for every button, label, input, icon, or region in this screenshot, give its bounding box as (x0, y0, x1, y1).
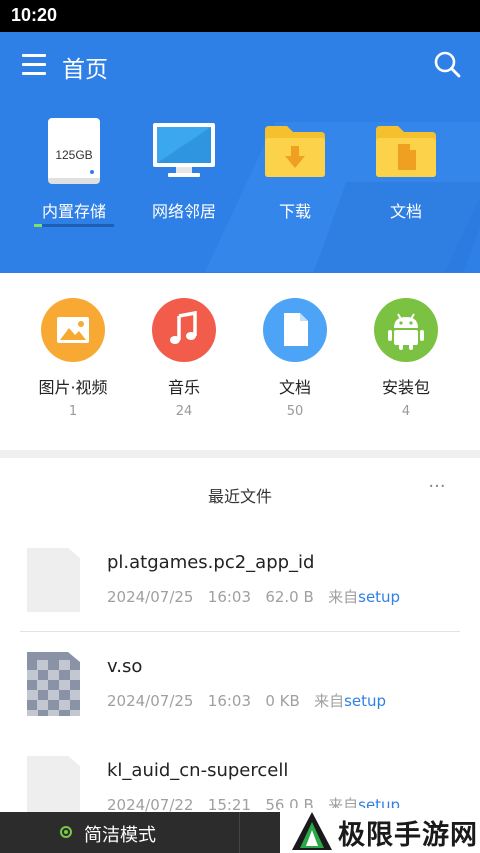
storage-usage-bar (34, 224, 114, 227)
section-divider (0, 450, 480, 458)
file-meta: 2024/07/25 16:03 0 KB 来自setup (107, 690, 386, 711)
file-size: 62.0 B (265, 588, 314, 606)
category-label: 音乐 (167, 378, 200, 397)
document-icon (263, 298, 327, 362)
file-meta: 2024/07/25 16:03 62.0 B 来自setup (107, 586, 400, 607)
simple-mode-button[interactable]: 简洁模式 (0, 812, 240, 853)
header: 首页 125GB 内置存储 网络邻居 下载 文档 (0, 32, 480, 273)
watermark-logo: 极限手游网 (280, 808, 480, 853)
watermark-text: 极限手游网 (338, 820, 478, 851)
recent-files-title: 最近文件 (207, 487, 272, 506)
category-label: 文档 (278, 378, 311, 397)
monitor-icon (153, 123, 215, 177)
storage-internal-label: 内置存储 (41, 202, 106, 221)
file-size: 0 KB (265, 692, 300, 710)
storage-usage-fill (34, 224, 42, 227)
file-time: 16:03 (207, 692, 252, 710)
recent-files-header: 最近文件 ··· (0, 458, 480, 528)
file-icon (27, 548, 80, 612)
file-name: kl_auid_cn-supercell (107, 760, 289, 781)
file-name: v.so (107, 656, 143, 677)
file-from: 来自 (314, 692, 345, 710)
drive-icon: 125GB (48, 118, 100, 184)
storage-documents-label: 文档 (389, 202, 422, 221)
category-label: 安装包 (381, 378, 430, 397)
file-from: 来自 (328, 588, 359, 606)
download-folder-icon (265, 126, 325, 177)
status-bar: 10:20 (0, 0, 480, 32)
search-icon[interactable] (432, 49, 462, 79)
file-source-link[interactable]: setup (344, 692, 386, 710)
page-title: 首页 (62, 57, 108, 83)
category-count: 24 (175, 404, 193, 419)
recent-file-row[interactable]: pl.atgames.pc2_app_id 2024/07/25 16:03 6… (0, 548, 480, 652)
file-source-link[interactable]: setup (358, 588, 400, 606)
file-icon (27, 756, 80, 820)
file-date: 2024/07/25 (107, 588, 194, 606)
android-icon (374, 298, 438, 362)
music-icon (152, 298, 216, 362)
more-options-button[interactable]: ··· (424, 478, 450, 500)
simple-mode-label: 简洁模式 (84, 825, 156, 846)
row-divider (20, 631, 460, 632)
logo-icon (292, 812, 332, 850)
file-name: pl.atgames.pc2_app_id (107, 552, 315, 573)
storage-downloads-label: 下载 (278, 202, 311, 221)
recent-file-row[interactable]: v.so 2024/07/25 16:03 0 KB 来自setup (0, 652, 480, 756)
image-icon (41, 298, 105, 362)
file-time: 16:03 (207, 588, 252, 606)
category-count: 4 (401, 404, 411, 419)
storage-capacity: 125GB (55, 148, 93, 162)
radio-icon (60, 826, 72, 838)
category-count: 50 (286, 404, 304, 419)
menu-icon[interactable] (22, 54, 46, 76)
so-file-icon (27, 652, 80, 716)
category-count: 1 (68, 404, 78, 419)
category-section: 图片·视频 1 音乐 24 文档 50 安装包 4 (0, 273, 480, 450)
storage-network-label: 网络邻居 (151, 202, 216, 221)
file-date: 2024/07/25 (107, 692, 194, 710)
status-time: 10:20 (11, 5, 58, 25)
category-label: 图片·视频 (38, 378, 108, 397)
document-folder-icon (376, 126, 436, 177)
